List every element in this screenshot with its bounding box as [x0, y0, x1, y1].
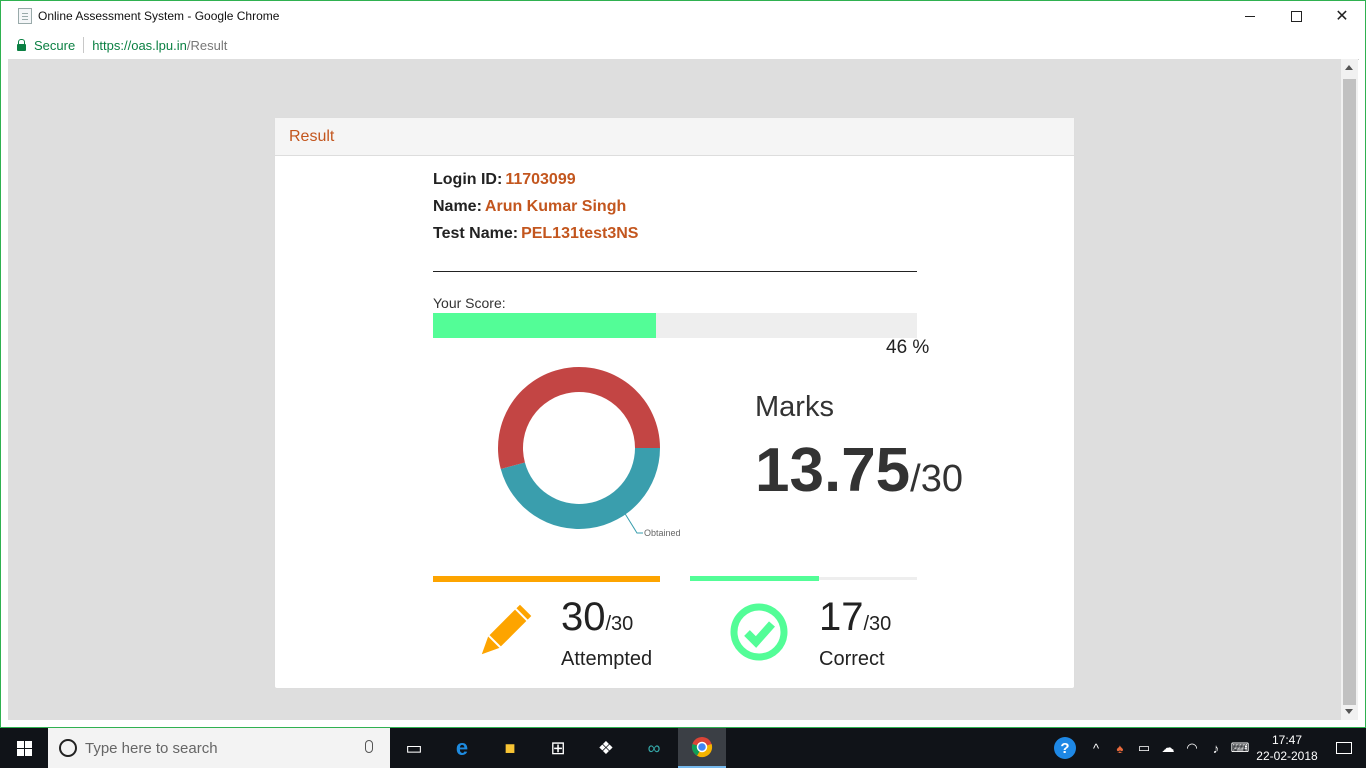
url-path[interactable]: /Result	[187, 38, 227, 53]
score-percent: 46 %	[886, 337, 930, 358]
arduino-button[interactable]: ∞	[630, 728, 678, 768]
lock-icon	[17, 38, 26, 51]
task-view-button[interactable]: ▭	[390, 728, 438, 768]
panel-heading: Result	[275, 118, 1074, 156]
score-progress-fill	[433, 313, 656, 338]
scroll-thumb[interactable]	[1343, 79, 1356, 705]
window-title: Online Assessment System - Google Chrome	[38, 9, 280, 23]
microphone-icon[interactable]	[365, 740, 373, 753]
obtained-leader-line	[623, 511, 643, 534]
login-label: Login ID:	[433, 171, 503, 188]
scroll-down-icon[interactable]	[1345, 709, 1353, 714]
dropbox-icon: ❖	[597, 737, 615, 758]
test-name-value: PEL131test3NS	[521, 225, 639, 242]
login-row: Login ID: 11703099	[433, 171, 576, 189]
chrome-button[interactable]	[678, 728, 726, 768]
test-name-label: Test Name:	[433, 225, 519, 242]
clock-date: 22-02-2018	[1256, 749, 1318, 763]
vertical-scrollbar[interactable]	[1341, 59, 1358, 720]
donut-slice-obtained	[500, 448, 660, 529]
battery-icon[interactable]: ▭	[1132, 740, 1156, 756]
task-view-icon: ▭	[405, 737, 423, 758]
infinity-icon: ∞	[647, 737, 661, 758]
taskbar-search[interactable]: Type here to search	[48, 728, 390, 768]
name-value: Arun Kumar Singh	[484, 198, 627, 215]
minimize-icon	[1245, 15, 1255, 17]
volume-icon[interactable]: ♪	[1204, 741, 1228, 756]
system-tray: ? ^ ♠ ▭ ☁ ◠ ♪ ⌨ 17:47 22-02-2018	[1054, 728, 1366, 768]
windows-icon	[16, 740, 32, 756]
attempted-total: /30	[605, 613, 634, 635]
name-label: Name:	[433, 198, 482, 215]
check-circle-icon	[730, 603, 788, 661]
marks-total: /30	[910, 458, 963, 500]
correct-bar-fill	[690, 576, 819, 581]
wifi-icon[interactable]: ◠	[1180, 740, 1204, 756]
dropbox-button[interactable]: ❖	[582, 728, 630, 768]
score-label: Your Score:	[433, 295, 506, 311]
result-panel: Result Login ID: 11703099 Name: Arun Kumar…	[274, 117, 1075, 689]
test-name-row: Test Name: PEL131test3NS	[433, 225, 638, 243]
chevron-up-icon[interactable]: ^	[1084, 741, 1108, 756]
cloud-icon[interactable]: ☁	[1156, 740, 1180, 756]
name-row: Name: Arun Kumar Singh	[433, 198, 626, 216]
correct-total: /30	[863, 613, 892, 635]
divider	[83, 37, 85, 53]
clock[interactable]: 17:47 22-02-2018	[1252, 732, 1322, 764]
cortana-icon	[59, 739, 77, 757]
notifications-button[interactable]	[1322, 742, 1366, 754]
url-base[interactable]: https://oas.lpu.in	[92, 38, 187, 53]
clock-time: 17:47	[1271, 733, 1303, 747]
help-icon[interactable]: ?	[1054, 737, 1076, 759]
maximize-button[interactable]	[1273, 1, 1319, 31]
correct-label: Correct	[819, 648, 885, 670]
marks-title: Marks	[755, 391, 834, 423]
score-progress-bar	[433, 313, 917, 338]
taskbar: Type here to search ▭ e ■ ⊞ ❖ ∞ ? ^ ♠ ▭ …	[0, 728, 1366, 768]
page-icon	[18, 8, 32, 24]
store-button[interactable]: ⊞	[534, 728, 582, 768]
attempted-label: Attempted	[561, 648, 653, 670]
maximize-icon	[1290, 10, 1302, 22]
correct-value: 17	[819, 595, 864, 639]
pencil-icon	[481, 604, 532, 655]
title-bar: Online Assessment System - Google Chrome…	[1, 1, 1365, 31]
notification-icon	[1336, 742, 1352, 754]
donut-label-obtained: Obtained	[644, 528, 681, 538]
divider-line	[433, 271, 917, 272]
marks-donut-chart: Obtained	[498, 367, 681, 538]
window-controls: ✕	[1227, 1, 1365, 31]
app-tray-icon[interactable]: ♠	[1108, 741, 1132, 756]
search-placeholder: Type here to search	[85, 739, 218, 757]
edge-button[interactable]: e	[438, 728, 486, 768]
edge-icon: e	[455, 735, 469, 760]
login-value: 11703099	[505, 171, 576, 188]
scroll-up-icon[interactable]	[1345, 65, 1353, 70]
attempted-count: 30/30	[561, 595, 633, 640]
secure-label[interactable]: Secure	[34, 38, 75, 53]
folder-icon: ■	[504, 737, 516, 758]
address-bar[interactable]: Secure https://oas.lpu.in/Result	[9, 31, 1359, 60]
keyboard-icon[interactable]: ⌨	[1228, 740, 1252, 756]
minimize-button[interactable]	[1227, 1, 1273, 31]
close-icon: ✕	[1335, 8, 1349, 25]
chrome-icon	[691, 737, 713, 758]
correct-count: 17/30	[819, 595, 891, 640]
attempted-value: 30	[561, 595, 606, 639]
marks-value-group: 13.75/30	[755, 436, 963, 514]
start-button[interactable]	[0, 728, 48, 768]
store-icon: ⊞	[550, 737, 566, 758]
file-explorer-button[interactable]: ■	[486, 728, 534, 768]
marks-value: 13.75	[755, 436, 911, 505]
attempted-bar	[433, 576, 660, 582]
close-button[interactable]: ✕	[1319, 1, 1365, 31]
